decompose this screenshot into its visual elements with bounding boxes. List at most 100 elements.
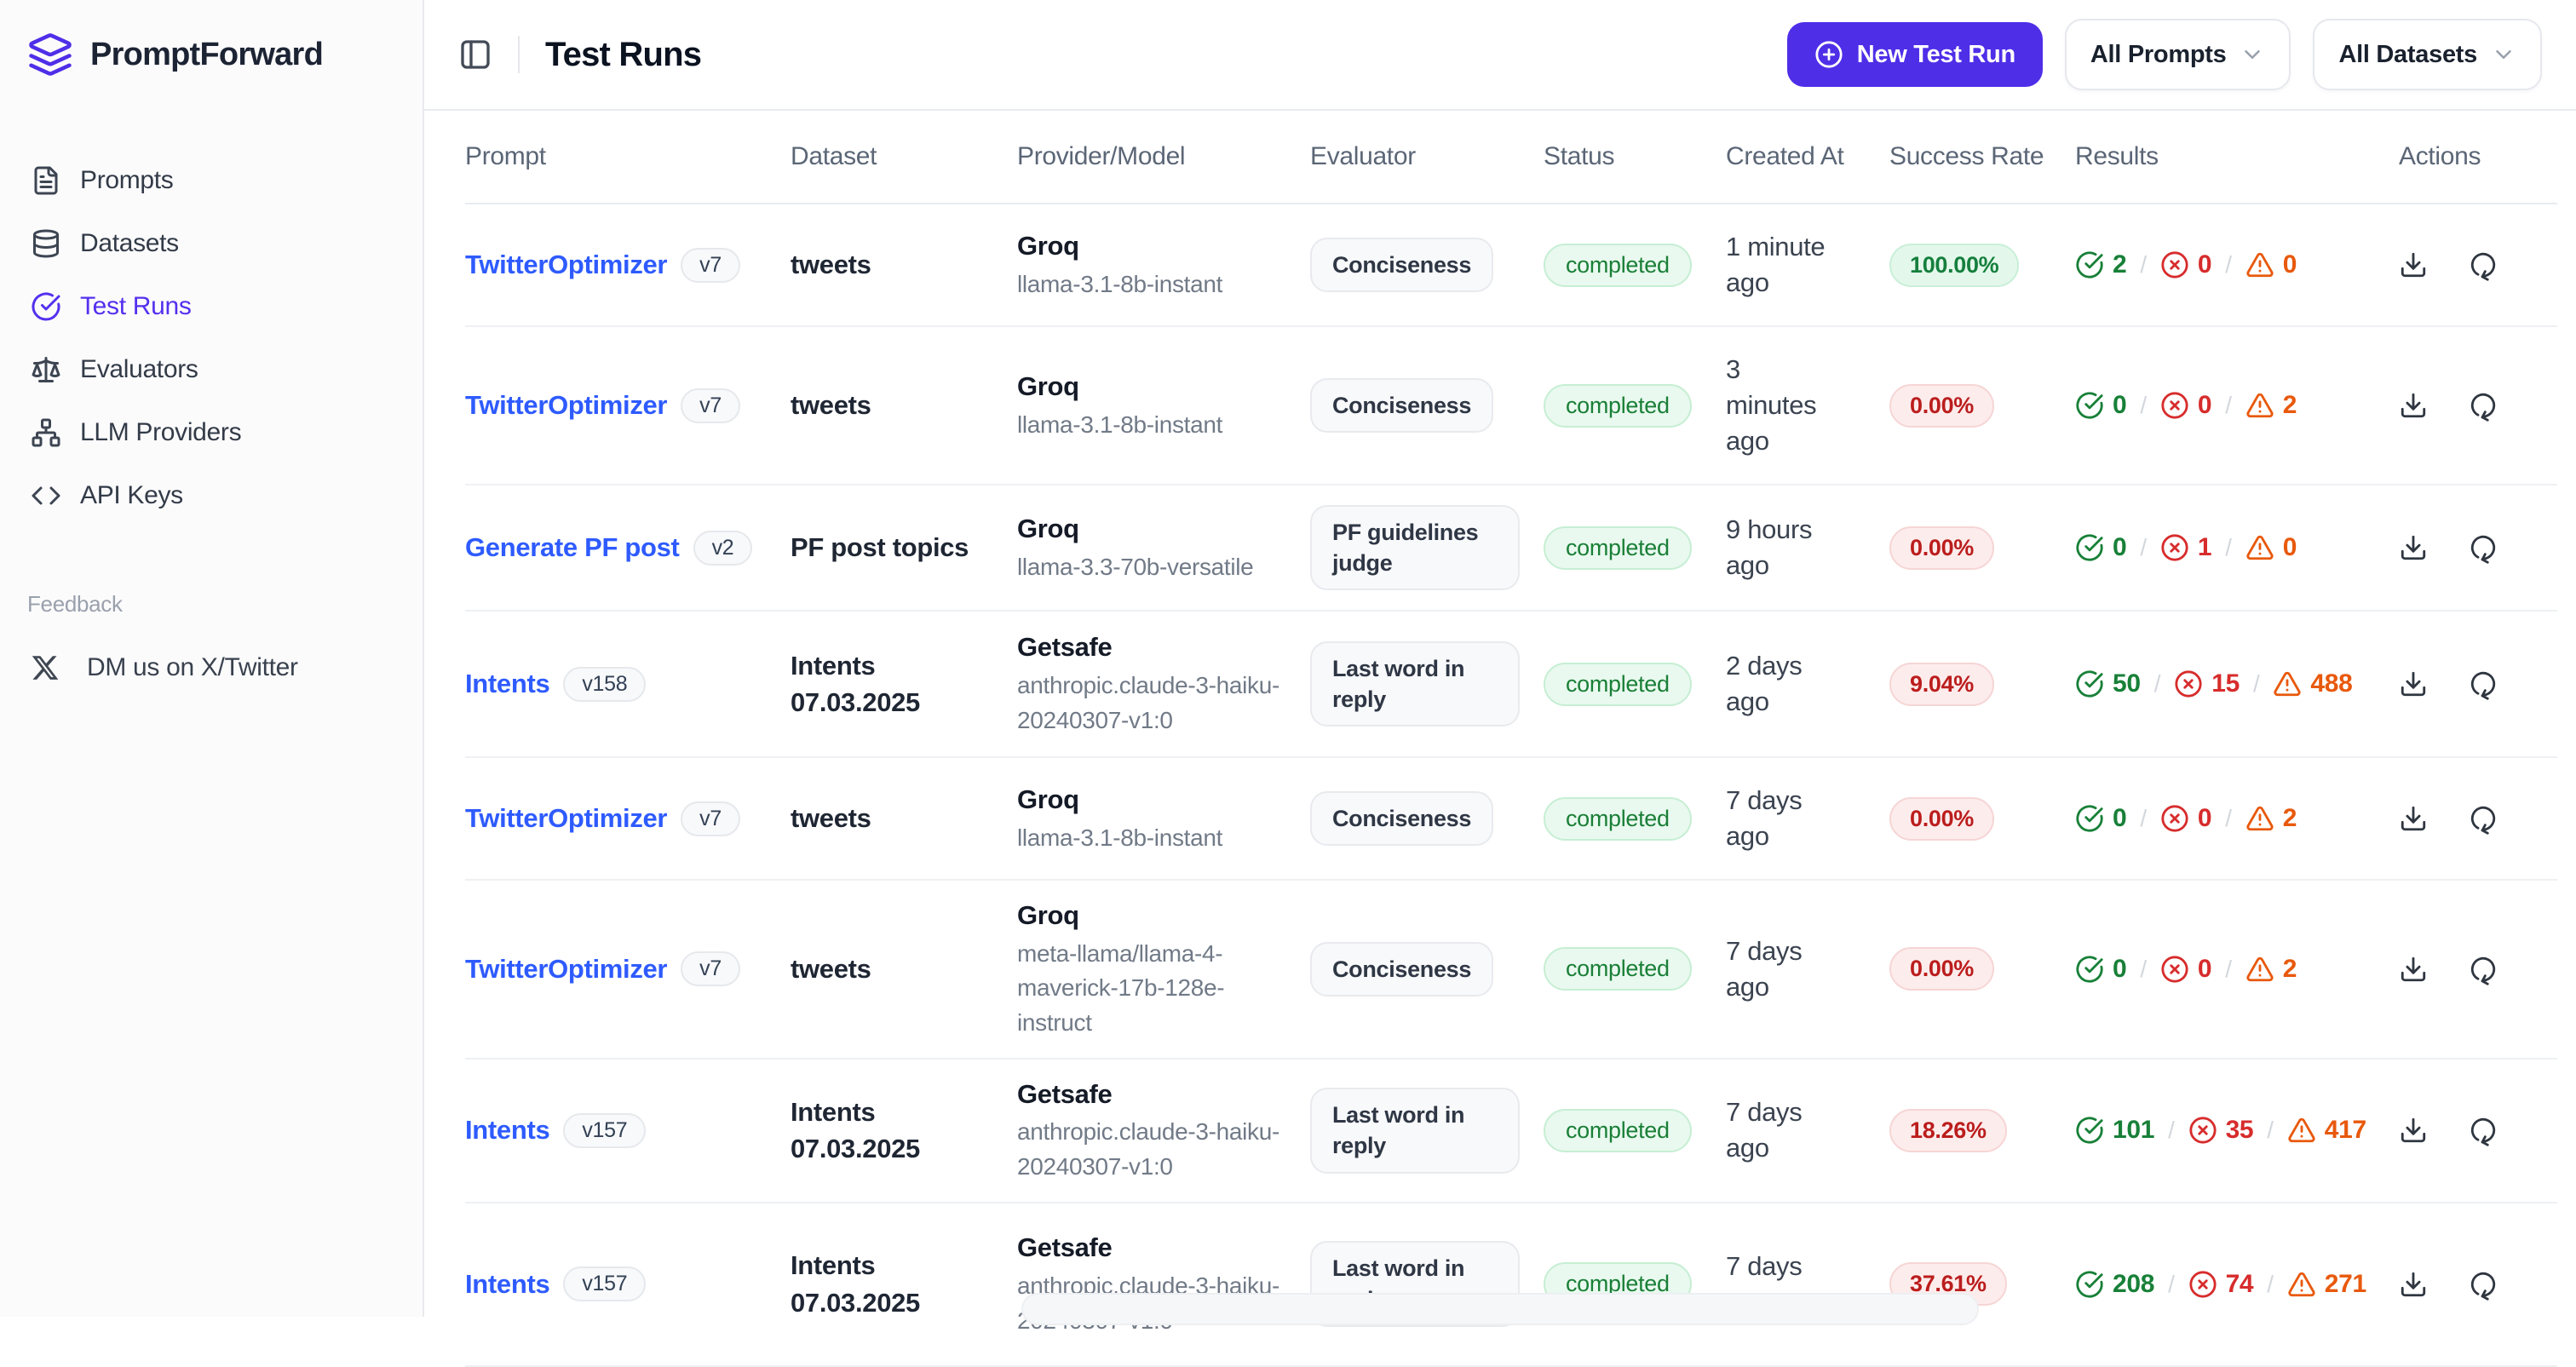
results-summary: 0 / 0 / 2: [2075, 804, 2375, 833]
created-at: 3 minutes ago: [1726, 354, 1817, 456]
column-header-evaluator: Evaluator: [1310, 111, 1544, 204]
evaluator-badge: Last word in reply: [1310, 640, 1520, 727]
rerun-icon: [2464, 528, 2503, 567]
circle-x-icon: [2160, 533, 2189, 562]
results-summary: 101 / 35 / 417: [2075, 1116, 2375, 1145]
results-separator: /: [2153, 670, 2161, 697]
prompt-link[interactable]: TwitterOptimizer: [465, 803, 667, 834]
results-summary: 0 / 1 / 0: [2075, 533, 2375, 562]
rerun-button[interactable]: [2469, 391, 2498, 422]
success-rate-badge: 100.00%: [1889, 243, 2020, 287]
failed-count: 0: [2197, 954, 2212, 983]
rerun-button[interactable]: [2469, 955, 2498, 985]
provider-name: Groq: [1017, 513, 1079, 543]
passed-count: 208: [2113, 1269, 2155, 1298]
download-icon: [2399, 955, 2428, 984]
rerun-button[interactable]: [2469, 1116, 2498, 1146]
rerun-button[interactable]: [2469, 250, 2498, 281]
sidebar-item-test-runs[interactable]: Test Runs: [17, 279, 405, 334]
version-badge: v157: [563, 1266, 647, 1302]
triangle-alert-icon: [2245, 250, 2274, 279]
column-header-prompt: Prompt: [465, 111, 791, 204]
x-twitter-icon: [31, 653, 60, 682]
chevron-down-icon: [2240, 42, 2265, 67]
model-name: meta-llama/llama-4-maverick-17b-128e-ins…: [1017, 939, 1225, 1037]
prompt-link[interactable]: Intents: [465, 1115, 550, 1146]
new-test-run-button[interactable]: New Test Run: [1786, 22, 2043, 87]
warnings-count: 2: [2282, 391, 2297, 419]
dataset-name: tweets: [791, 390, 871, 421]
provider-name: Getsafe: [1017, 1078, 1113, 1109]
sidebar-item-prompts[interactable]: Prompts: [17, 153, 405, 208]
all-prompts-dropdown[interactable]: All Prompts: [2064, 19, 2291, 90]
circle-check-icon: [2075, 533, 2104, 562]
prompt-link[interactable]: TwitterOptimizer: [465, 390, 667, 421]
results-summary: 0 / 0 / 2: [2075, 955, 2375, 984]
failed-count: 15: [2211, 669, 2240, 698]
circle-check-icon: [2075, 1116, 2104, 1145]
sidebar-item-datasets[interactable]: Datasets: [17, 216, 405, 271]
triangle-alert-icon: [2245, 955, 2274, 984]
circle-check-icon: [2075, 1270, 2104, 1299]
status-badge: completed: [1544, 243, 1692, 287]
results-separator: /: [2267, 1117, 2274, 1144]
provider-name: Groq: [1017, 370, 1079, 401]
success-rate-badge: 18.26%: [1889, 1108, 2007, 1152]
failed-count: 0: [2197, 804, 2212, 832]
download-icon: [2399, 391, 2428, 420]
rerun-button[interactable]: [2469, 804, 2498, 835]
sidebar-toggle-button[interactable]: [458, 37, 492, 72]
download-icon: [2399, 669, 2428, 698]
prompt-link[interactable]: Intents: [465, 669, 550, 699]
sidebar-item-label: LLM Providers: [80, 418, 242, 446]
table-row: Intents v157 Intents 07.03.2025 Getsafe …: [465, 1058, 2557, 1203]
warnings-count: 2: [2282, 804, 2297, 832]
results-separator: /: [2267, 1270, 2274, 1297]
results-separator: /: [2252, 670, 2260, 697]
sidebar-nav: Prompts Datasets Test Runs Evaluators LLM Pr…: [0, 109, 423, 523]
topbar-divider: [518, 36, 520, 73]
download-button[interactable]: [2399, 1116, 2428, 1145]
results-separator: /: [2140, 251, 2147, 278]
download-button[interactable]: [2399, 391, 2428, 420]
status-badge: completed: [1544, 526, 1692, 570]
download-button[interactable]: [2399, 955, 2428, 984]
circle-x-icon: [2160, 250, 2189, 279]
sidebar-item-label: Evaluators: [80, 355, 198, 383]
dataset-name: tweets: [791, 954, 871, 985]
created-at: 7 days ago: [1726, 785, 1803, 851]
sidebar-item-llm-providers[interactable]: LLM Providers: [17, 405, 405, 460]
rerun-button[interactable]: [2469, 1270, 2498, 1301]
download-button[interactable]: [2399, 533, 2428, 562]
circle-check-icon: [31, 291, 61, 322]
column-header-provider-model: Provider/Model: [1017, 111, 1310, 204]
results-separator: /: [2140, 805, 2147, 831]
sidebar-item-dm-on-x[interactable]: DM us on X/Twitter: [17, 641, 405, 694]
evaluator-badge: PF guidelines judge: [1310, 504, 1520, 591]
prompt-link[interactable]: Intents: [465, 1269, 550, 1300]
results-summary: 50 / 15 / 488: [2075, 669, 2375, 698]
chevron-down-icon: [2491, 42, 2516, 67]
app-name: PromptForward: [90, 36, 324, 72]
rerun-button[interactable]: [2469, 533, 2498, 564]
download-button[interactable]: [2399, 804, 2428, 833]
sidebar-item-evaluators[interactable]: Evaluators: [17, 342, 405, 397]
sidebar-item-api-keys[interactable]: API Keys: [17, 468, 405, 523]
sidebar: PromptForward Prompts Datasets Test Runs Ev…: [0, 0, 424, 1317]
warnings-count: 2: [2282, 954, 2297, 983]
network-icon: [31, 417, 61, 448]
results-separator: /: [2140, 392, 2147, 418]
download-button[interactable]: [2399, 250, 2428, 279]
download-button[interactable]: [2399, 669, 2428, 698]
prompt-link[interactable]: TwitterOptimizer: [465, 250, 667, 280]
layers-icon: [27, 32, 73, 78]
provider-name: Groq: [1017, 784, 1079, 814]
prompt-link[interactable]: Generate PF post: [465, 532, 680, 563]
circle-x-icon: [2188, 1116, 2217, 1145]
evaluator-badge: Last word in reply: [1310, 1087, 1520, 1174]
rerun-button[interactable]: [2469, 669, 2498, 700]
prompt-link[interactable]: TwitterOptimizer: [465, 954, 667, 985]
all-datasets-dropdown[interactable]: All Datasets: [2313, 19, 2542, 90]
provider-name: Groq: [1017, 230, 1079, 261]
download-button[interactable]: [2399, 1270, 2428, 1299]
